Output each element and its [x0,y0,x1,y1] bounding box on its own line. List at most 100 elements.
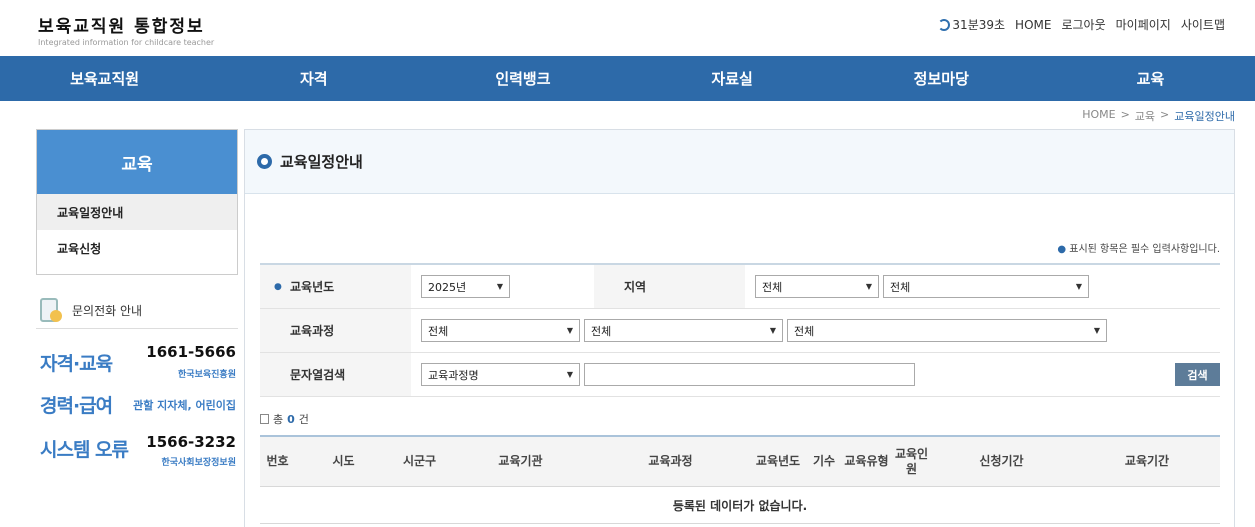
contact-category: 시스템 오류 [40,439,129,461]
search-button[interactable]: 검색 [1175,363,1220,386]
contact-category: 자격·교육 [40,353,113,375]
caret-down-icon: ▼ [769,326,776,335]
year-label: ● 교육년도 [260,265,411,308]
content-title-bar: 교육일정안내 [245,130,1234,194]
main-content: 교육일정안내 ● 표시된 항목은 필수 입력사항입니다. ● 교육년도 2025… [244,129,1235,527]
col-year: 교육년도 [755,454,801,468]
breadcrumb-education[interactable]: 교육 [1135,108,1155,124]
caret-down-icon: ▼ [566,326,573,335]
required-note: ● 표시된 항목은 필수 입력사항입니다. [1057,240,1220,255]
session-timer[interactable]: 31분39초 [938,16,1005,33]
side-nav-title: 교육 [37,130,237,194]
contact-org: 한국보육진흥원 [178,370,236,380]
course-select-1[interactable]: 전체 ▼ [421,319,580,342]
nav-item-staff[interactable]: 보육교직원 [0,56,209,101]
course-select-2-value: 전체 [591,324,612,338]
site-logo[interactable]: 보육교직원 통합정보 Integrated information for ch… [38,12,214,47]
nav-item-talent-bank[interactable]: 인력뱅크 [418,56,627,101]
nav-item-education[interactable]: 교육 [1046,56,1255,101]
contact-info: 문의전화 안내 자격·교육 1661-5666 한국보육진흥원 경력·급여 관할… [36,293,238,483]
required-dot-icon: ● [274,281,282,292]
side-nav-item-schedule[interactable]: 교육일정안내 [37,194,237,230]
main-nav: 보육교직원 자격 인력뱅크 자료실 정보마당 교육 [0,56,1255,101]
session-timer-text: 31분39초 [952,18,1006,32]
year-select[interactable]: 2025년 ▼ [421,275,510,298]
course-field: 전체 ▼ 전체 ▼ 전체 ▼ [411,319,1107,342]
col-sigungu: 시군구 [402,454,437,468]
course-label: 교육과정 [260,309,411,352]
total-prefix: 총 [273,413,284,426]
contact-title: 문의전화 안내 [72,304,143,318]
phone-icon [36,296,64,326]
total-count: 총 0 건 [260,411,309,427]
caret-down-icon: ▼ [1075,282,1082,291]
sitemap-link[interactable]: 사이트맵 [1181,16,1225,33]
col-apply-period: 신청기간 [979,454,1024,468]
breadcrumb: HOME > 교육 > 교육일정안내 [1082,108,1235,124]
total-count-value: 0 [287,412,295,426]
search-row-course: 교육과정 전체 ▼ 전체 ▼ 전체 ▼ [260,309,1220,353]
contact-number: 1661-5666 [146,343,236,361]
side-nav: 교육 교육일정안내 교육신청 [36,129,238,275]
side-nav-item-apply[interactable]: 교육신청 [37,230,237,266]
col-capacity: 교육인원 [894,446,929,476]
col-sido: 시도 [332,454,355,468]
col-edu-period: 교육기간 [1124,454,1170,468]
nav-item-qualification[interactable]: 자격 [209,56,418,101]
table-header: 번호 시도 시군구 교육기관 교육과정 교육년도 기수 교육유형 교육인원 신청… [260,435,1220,487]
site-subtitle: Integrated information for childcare tea… [38,38,215,47]
caret-down-icon: ▼ [496,282,503,291]
contact-org: 관할 지자체, 어린이집 [133,399,236,412]
caret-down-icon: ▼ [1093,326,1100,335]
year-label-text: 교육년도 [290,280,335,294]
contact-org: 한국사회보장정보원 [161,458,236,468]
search-form: ● 교육년도 2025년 ▼ 지역 전체 ▼ 전체 ▼ 교육과정 전체 ▼ 전체… [260,263,1220,397]
schedule-table: 번호 시도 시군구 교육기관 교육과정 교육년도 기수 교육유형 교육인원 신청… [260,435,1220,524]
site-title: 보육교직원 통합정보 [38,17,205,37]
course-select-2[interactable]: 전체 ▼ [584,319,783,342]
utility-menu: 31분39초 HOME 로그아웃 마이페이지 사이트맵 [938,16,1225,33]
required-dot-icon: ● [1057,244,1067,255]
contact-number: 1566-3232 [146,433,236,451]
region-label: 지역 [594,265,745,308]
region-field: 전체 ▼ 전체 ▼ [745,275,1089,298]
contact-category: 경력·급여 [40,395,113,417]
breadcrumb-separator: > [1160,108,1170,121]
course-select-3[interactable]: 전체 ▼ [787,319,1107,342]
total-suffix: 건 [298,413,309,426]
contact-row: 자격·교육 1661-5666 한국보육진흥원 [36,339,238,387]
region-select-sido[interactable]: 전체 ▼ [755,275,879,298]
text-search-field: 교육과정명 ▼ [411,363,915,386]
contact-header: 문의전화 안내 [36,293,238,329]
table-empty-message: 등록된 데이터가 없습니다. [260,487,1220,524]
caret-down-icon: ▼ [865,282,872,291]
search-row-year: ● 교육년도 2025년 ▼ 지역 전체 ▼ 전체 ▼ [260,265,1220,309]
text-search-type-value: 교육과정명 [428,368,479,382]
text-search-type-select[interactable]: 교육과정명 ▼ [421,363,580,386]
col-round: 기수 [812,454,836,468]
region-select-sido-value: 전체 [762,280,783,294]
nav-item-archive[interactable]: 자료실 [628,56,837,101]
mypage-link[interactable]: 마이페이지 [1116,16,1171,33]
logout-link[interactable]: 로그아웃 [1061,16,1105,33]
breadcrumb-current: 교육일정안내 [1174,110,1235,123]
col-number: 번호 [266,454,289,468]
text-search-input[interactable] [584,363,915,386]
page-title: 교육일정안내 [280,153,363,171]
home-link[interactable]: HOME [1015,18,1051,32]
col-course: 교육과정 [648,454,693,468]
caret-down-icon: ▼ [566,370,573,379]
title-bullet-icon [257,154,272,169]
required-note-text: 표시된 항목은 필수 입력사항입니다. [1069,244,1220,255]
course-select-3-value: 전체 [794,324,815,338]
breadcrumb-separator: > [1120,108,1130,121]
nav-item-info[interactable]: 정보마당 [837,56,1046,101]
text-search-label: 문자열검색 [260,353,411,396]
breadcrumb-home[interactable]: HOME [1082,108,1115,124]
refresh-icon [938,18,951,31]
document-icon [260,414,269,424]
region-select-sigungu[interactable]: 전체 ▼ [883,275,1089,298]
contact-row: 경력·급여 관할 지자체, 어린이집 [36,387,238,435]
contact-row: 시스템 오류 1566-3232 한국사회보장정보원 [36,433,238,483]
year-field: 2025년 ▼ [411,275,510,298]
